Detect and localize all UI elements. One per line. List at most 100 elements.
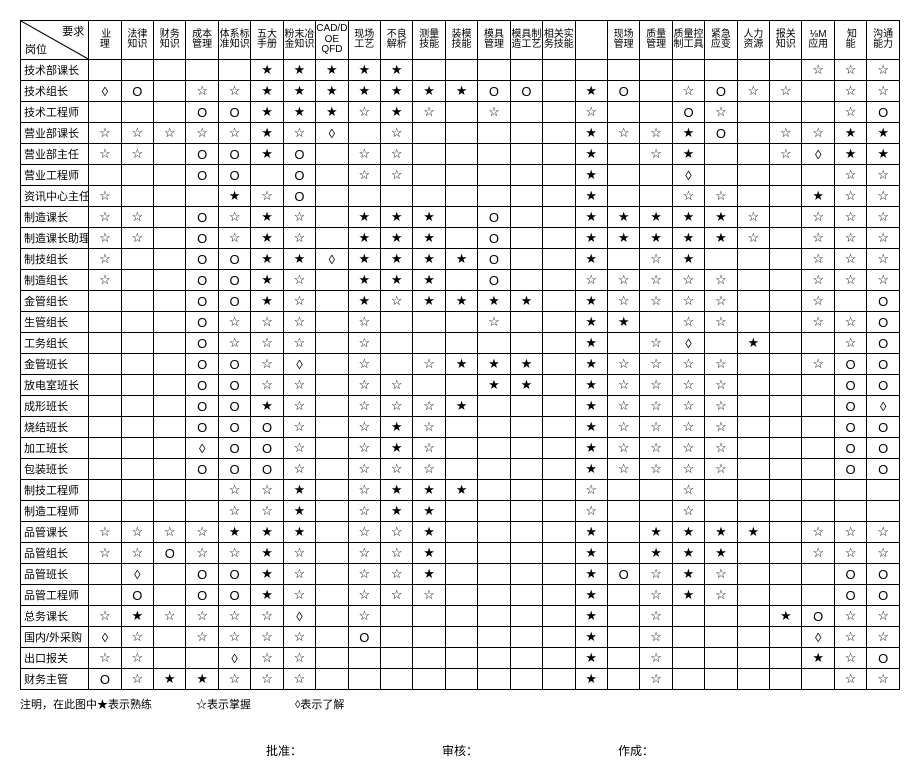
cell — [543, 459, 575, 480]
cell: ☆ — [348, 354, 380, 375]
cell: ★ — [186, 669, 218, 690]
cell: O — [251, 438, 283, 459]
cell — [510, 207, 542, 228]
cell — [737, 438, 769, 459]
cell: O — [218, 270, 250, 291]
cell — [705, 144, 737, 165]
cell: O — [348, 627, 380, 648]
cell: ★ — [381, 228, 413, 249]
table-row: 包装班长OOO☆☆☆☆★☆☆☆☆OO — [21, 459, 900, 480]
cell: ★ — [672, 249, 704, 270]
legend: 注明，在此图中★表示熟练 ☆表示掌握 ◊表示了解 — [20, 696, 900, 712]
cell: ★ — [575, 333, 607, 354]
cell: ☆ — [802, 207, 834, 228]
cell — [737, 501, 769, 522]
cell: ☆ — [121, 522, 153, 543]
cell — [607, 627, 639, 648]
cell: ★ — [575, 123, 607, 144]
cell: ☆ — [640, 627, 672, 648]
cell: ★ — [381, 501, 413, 522]
cell — [510, 669, 542, 690]
row-label: 制造组长 — [21, 270, 89, 291]
cell: O — [834, 438, 866, 459]
cell — [802, 165, 834, 186]
cell — [478, 459, 510, 480]
cell: O — [218, 354, 250, 375]
cell — [543, 480, 575, 501]
cell: ◊ — [89, 627, 121, 648]
cell: O — [186, 291, 218, 312]
cell: ★ — [705, 543, 737, 564]
col-header-21: 报关知识 — [770, 21, 802, 60]
cell — [640, 501, 672, 522]
cell: ★ — [575, 606, 607, 627]
cell — [348, 123, 380, 144]
cell — [672, 627, 704, 648]
cell: ☆ — [737, 207, 769, 228]
cell — [802, 333, 834, 354]
table-row: 品管组长☆☆O☆☆★☆☆☆★★★★★☆☆☆ — [21, 543, 900, 564]
cell: O — [283, 144, 315, 165]
cell — [737, 312, 769, 333]
cell — [575, 60, 607, 81]
cell: ☆ — [283, 123, 315, 144]
cell — [121, 291, 153, 312]
cell — [543, 186, 575, 207]
cell — [89, 585, 121, 606]
cell: ☆ — [218, 501, 250, 522]
cell: ◊ — [121, 564, 153, 585]
cell: O — [218, 291, 250, 312]
cell: ☆ — [802, 249, 834, 270]
cell: ☆ — [770, 123, 802, 144]
cell — [770, 228, 802, 249]
cell — [543, 144, 575, 165]
cell: ★ — [283, 249, 315, 270]
cell: ★ — [348, 81, 380, 102]
cell — [316, 144, 348, 165]
cell: O — [705, 123, 737, 144]
cell: ☆ — [737, 228, 769, 249]
cell: O — [186, 417, 218, 438]
cell: O — [478, 207, 510, 228]
cell — [737, 249, 769, 270]
cell: ☆ — [705, 354, 737, 375]
cell — [413, 627, 445, 648]
table-row: 制造课长助理☆☆O☆★☆★★★O★★★★★☆☆☆☆ — [21, 228, 900, 249]
cell — [89, 354, 121, 375]
row-label: 制造工程师 — [21, 501, 89, 522]
cell: ★ — [575, 417, 607, 438]
cell: ☆ — [575, 102, 607, 123]
row-label: 生管组长 — [21, 312, 89, 333]
cell — [510, 564, 542, 585]
row-label: 包装班长 — [21, 459, 89, 480]
cell — [154, 564, 186, 585]
cell: ★ — [381, 60, 413, 81]
col-header-18: 质量控制工具 — [672, 21, 704, 60]
cell: O — [834, 396, 866, 417]
cell: ★ — [413, 207, 445, 228]
cell — [89, 480, 121, 501]
cell: ☆ — [251, 501, 283, 522]
cell: ☆ — [348, 585, 380, 606]
cell — [543, 417, 575, 438]
cell: ◊ — [802, 627, 834, 648]
cell: ★ — [834, 144, 866, 165]
cell: ☆ — [381, 459, 413, 480]
cell: ◊ — [802, 144, 834, 165]
cell: ☆ — [186, 627, 218, 648]
cell: ★ — [251, 270, 283, 291]
cell — [121, 333, 153, 354]
cell: ★ — [251, 522, 283, 543]
cell: ☆ — [89, 186, 121, 207]
cell: ☆ — [121, 228, 153, 249]
cell — [510, 396, 542, 417]
cell: ☆ — [640, 333, 672, 354]
cell — [89, 375, 121, 396]
cell: ☆ — [251, 186, 283, 207]
cell: ☆ — [867, 627, 900, 648]
cell: ☆ — [283, 669, 315, 690]
cell: ★ — [575, 354, 607, 375]
cell: O — [186, 585, 218, 606]
cell — [705, 333, 737, 354]
cell: ★ — [316, 102, 348, 123]
